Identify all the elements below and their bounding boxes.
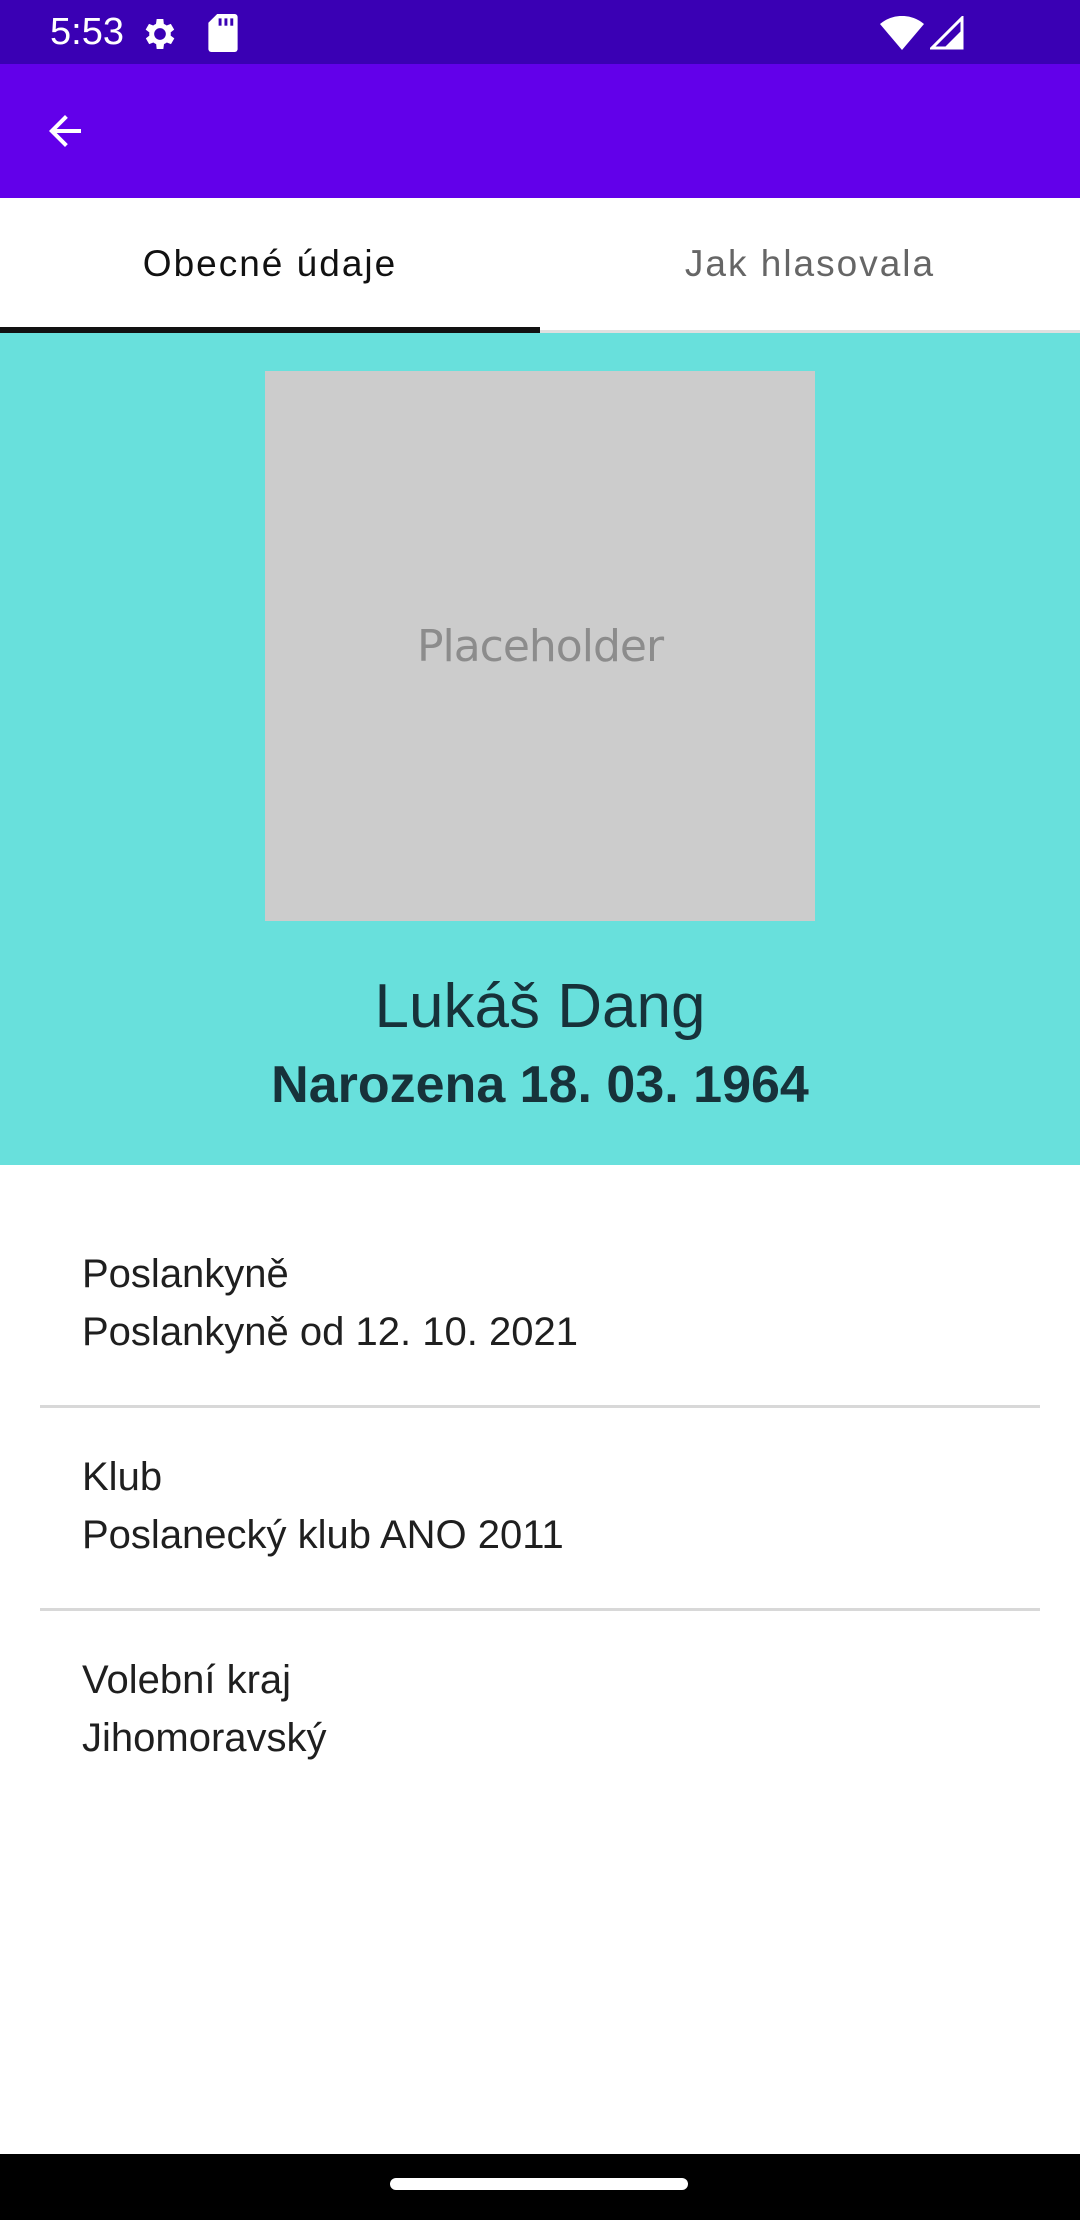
sd-card-icon [208, 14, 238, 52]
status-bar: 5:53 [0, 0, 1080, 64]
profile-photo: Placeholder [265, 371, 815, 921]
signal-icon [930, 16, 964, 50]
gear-icon [145, 19, 175, 49]
wifi-icon [880, 16, 924, 50]
info-value: Jihomoravský [82, 1716, 327, 1760]
status-time: 5:53 [50, 11, 124, 53]
info-label: Poslankyně [82, 1252, 289, 1296]
tab-bar: Obecné údaje Jak hlasovala [0, 198, 1080, 333]
info-value: Poslankyně od 12. 10. 2021 [82, 1310, 578, 1354]
info-value: Poslanecký klub ANO 2011 [82, 1513, 564, 1557]
app-bar [0, 64, 1080, 198]
system-nav-bar [0, 2154, 1080, 2220]
photo-placeholder-text: Placeholder [416, 620, 664, 672]
divider [40, 1405, 1040, 1408]
back-button[interactable] [30, 98, 100, 164]
tab-label: Jak hlasovala [684, 243, 936, 284]
divider [40, 1608, 1040, 1611]
profile-header: Placeholder Lukáš Dang Narozena 18. 03. … [0, 333, 1080, 1165]
arrow-left-icon [49, 115, 81, 147]
birth-date: Narozena 18. 03. 1964 [271, 1056, 809, 1114]
info-label: Volební kraj [82, 1658, 292, 1702]
person-name: Lukáš Dang [374, 972, 706, 1041]
tab-obecne-udaje[interactable]: Obecné údaje [0, 198, 540, 330]
tab-jak-hlasovala[interactable]: Jak hlasovala [540, 198, 1080, 330]
info-label: Klub [82, 1455, 163, 1499]
tab-label: Obecné údaje [142, 243, 398, 284]
home-gesture-handle[interactable] [390, 2178, 688, 2190]
